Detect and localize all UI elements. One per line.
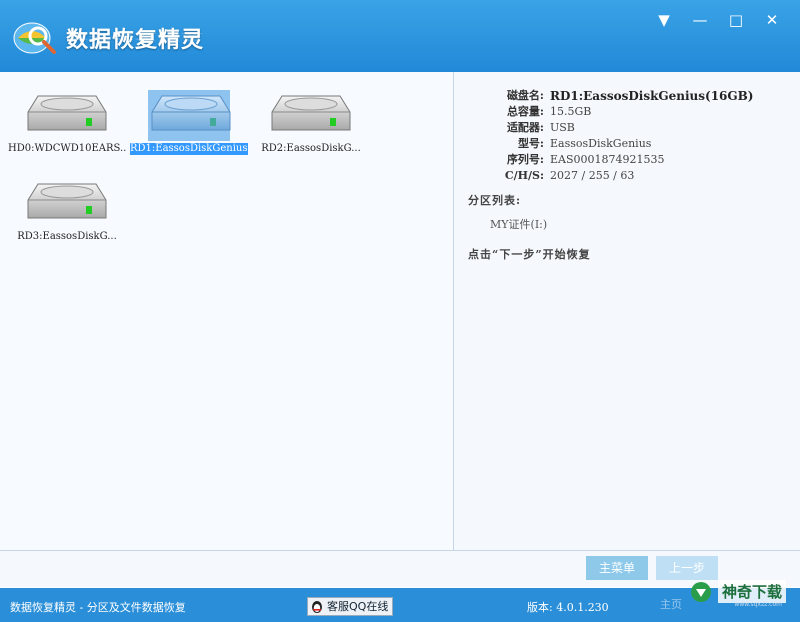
next-step-hint: 点击“下一步”开始恢复 [468,248,591,261]
hard-disk-icon [151,95,231,131]
watermark: 神奇下载 [690,580,786,603]
disk-label: HD0:WDCWD10EARS... [8,143,126,154]
prev-step-button[interactable]: 上一步 [656,556,718,580]
app-title-reflection: 数据恢复精灵 [66,31,205,42]
qq-penguin-icon [312,600,322,613]
watermark-logo-icon [690,581,711,602]
detail-adapter: 适配器: USB [506,121,575,134]
hard-disk-icon [27,95,107,131]
title-bar: 数据恢复精灵 数据恢复精灵 ▼ — □ ✕ [0,0,800,72]
watermark-text: 神奇下载 [717,580,786,603]
version-text: 版本: 4.0.1.230 [527,601,609,614]
homepage-link[interactable]: 主页 [660,596,682,612]
main-menu-button[interactable]: 主菜单 [586,556,648,580]
qq-support-label: 客服QQ在线 [327,600,389,613]
disk-label: RD1:EassosDiskGenius(16GB) [130,143,248,155]
app-logo-icon [13,22,56,54]
disk-label: RD3:EassosDiskG... [17,231,117,242]
main-area: HD0:WDCWD10EARS... RD1:EassosDiskGenius(… [0,72,800,551]
minimize-button[interactable]: — [690,10,710,30]
detail-disk-name: 磁盘名: RD1:EassosDiskGenius(16GB) [506,89,754,103]
close-button[interactable]: ✕ [762,10,782,30]
partition-list-label: 分区列表: [468,194,522,207]
hard-disk-icon [27,183,107,219]
partition-item[interactable]: MY证件(I:) [490,216,753,232]
maximize-button[interactable]: □ [726,10,746,30]
qq-support-button[interactable]: 客服QQ在线 [307,597,394,616]
button-bar: 主菜单 上一步 [0,551,800,587]
hard-disk-icon [271,95,351,131]
detail-model: 型号: EassosDiskGenius [517,137,652,150]
disk-details-panel: 磁盘名: RD1:EassosDiskGenius(16GB) 总容量: 15.5G… [454,72,800,550]
disk-item-hd0[interactable]: HD0:WDCWD10EARS... [8,90,126,155]
watermark-url: www.sqxzz.com [734,601,782,608]
detail-serial: 序列号: EAS0001874921535 [506,153,665,166]
disk-list-panel: HD0:WDCWD10EARS... RD1:EassosDiskGenius(… [0,72,454,550]
disk-item-rd3[interactable]: RD3:EassosDiskG... [8,178,126,243]
disk-label: RD2:EassosDiskG... [261,143,361,154]
disk-item-rd1[interactable]: RD1:EassosDiskGenius(16GB) [130,90,248,155]
dropdown-icon[interactable]: ▼ [654,10,674,30]
disk-item-rd2[interactable]: RD2:EassosDiskG... [252,90,370,155]
status-text: 数据恢复精灵 - 分区及文件数据恢复 [10,601,186,614]
detail-capacity: 总容量: 15.5GB [506,105,592,118]
detail-chs: C/H/S: 2027 / 255 / 63 [504,169,635,182]
